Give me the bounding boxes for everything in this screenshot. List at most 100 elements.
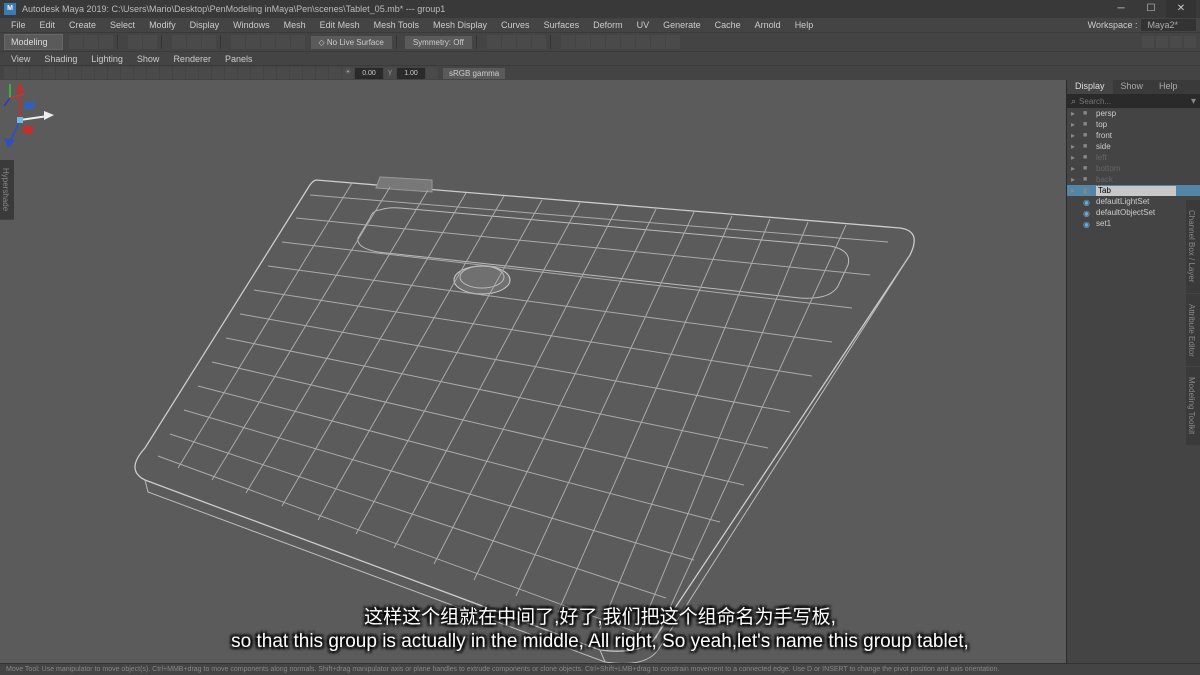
pt-exposure-icon[interactable]: ☀ [342,67,354,79]
outliner-item-defaultlightset[interactable]: ◉defaultLightSet [1067,196,1200,207]
menu-mesh-display[interactable]: Mesh Display [426,20,494,30]
outliner-tab-display[interactable]: Display [1067,80,1113,94]
pt-xray-icon[interactable] [264,67,276,79]
sidebar-toggle-4-icon[interactable] [1184,36,1196,48]
expand-icon[interactable]: ▸ [1071,120,1075,129]
menu-curves[interactable]: Curves [494,20,537,30]
outliner-item-left[interactable]: ▸■left [1067,152,1200,163]
maximize-button[interactable]: ☐ [1136,0,1166,18]
pt-depth-icon[interactable] [290,67,302,79]
outliner-tab-help[interactable]: Help [1151,80,1186,94]
next-key-icon[interactable] [636,35,650,49]
panel-menu-view[interactable]: View [4,54,37,64]
pt-2d-pan-icon[interactable] [69,67,81,79]
pt-image-plane-icon[interactable] [56,67,68,79]
play-back-icon[interactable] [606,35,620,49]
outliner-search-menu-icon[interactable]: ▾ [1191,96,1196,107]
color-space-dropdown[interactable]: sRGB gamma [443,68,505,79]
panel-menu-lighting[interactable]: Lighting [84,54,130,64]
pt-resolution-gate-icon[interactable] [121,67,133,79]
menu-mesh-tools[interactable]: Mesh Tools [367,20,426,30]
render-settings-icon[interactable] [517,35,531,49]
menu-help[interactable]: Help [788,20,821,30]
pt-lock-camera-icon[interactable] [17,67,29,79]
pt-textured-icon[interactable] [212,67,224,79]
menu-deform[interactable]: Deform [586,20,630,30]
rename-input[interactable] [1096,186,1176,196]
symmetry-dropdown[interactable]: Symmetry: Off [405,36,472,49]
pt-gate-mask-icon[interactable] [134,67,146,79]
prev-key-icon[interactable] [591,35,605,49]
select-object-icon[interactable] [187,35,201,49]
gamma-input[interactable] [397,68,425,79]
menu-edit[interactable]: Edit [33,20,63,30]
expand-icon[interactable]: ▸ [1071,175,1075,184]
menu-uv[interactable]: UV [630,20,657,30]
ipr-icon[interactable] [502,35,516,49]
expand-icon[interactable]: ▸ [1071,109,1075,118]
viewport-3d[interactable] [0,80,1066,674]
pt-film-gate-icon[interactable] [108,67,120,79]
outliner-item-set1[interactable]: ◉set1 [1067,218,1200,229]
pt-multisample-icon[interactable] [329,67,341,79]
outliner-item-side[interactable]: ▸■side [1067,141,1200,152]
redo-icon[interactable] [143,35,157,49]
pt-field-chart-icon[interactable] [147,67,159,79]
snap-live-icon[interactable] [291,35,305,49]
snap-plane-icon[interactable] [276,35,290,49]
sidebar-toggle-3-icon[interactable] [1170,36,1182,48]
play-icon[interactable] [621,35,635,49]
pt-wireframe-icon[interactable] [186,67,198,79]
pt-smooth-shade-icon[interactable] [199,67,211,79]
outliner-tab-show[interactable]: Show [1113,80,1152,94]
outliner-item-bottom[interactable]: ▸■bottom [1067,163,1200,174]
new-scene-icon[interactable] [69,35,83,49]
menu-select[interactable]: Select [103,20,142,30]
panel-menu-shading[interactable]: Shading [37,54,84,64]
snap-point-icon[interactable] [261,35,275,49]
menu-windows[interactable]: Windows [226,20,277,30]
outliner-search-input[interactable] [1079,97,1191,106]
outliner-item-top[interactable]: ▸■top [1067,119,1200,130]
menu-set-dropdown[interactable]: Modeling [4,34,63,50]
pt-motion-blur-icon[interactable] [316,67,328,79]
pt-select-camera-icon[interactable] [4,67,16,79]
pt-ao-icon[interactable] [303,67,315,79]
menu-surfaces[interactable]: Surfaces [537,20,587,30]
menu-edit-mesh[interactable]: Edit Mesh [313,20,367,30]
menu-create[interactable]: Create [62,20,103,30]
tab-hypershade[interactable]: Hypershade [0,160,14,220]
expand-icon[interactable]: ▸ [1071,164,1075,173]
open-scene-icon[interactable] [84,35,98,49]
sidebar-toggle-1-icon[interactable] [1142,36,1154,48]
pt-isolate-icon[interactable] [251,67,263,79]
menu-display[interactable]: Display [183,20,227,30]
pt-grease-icon[interactable] [82,67,94,79]
snap-grid-icon[interactable] [231,35,245,49]
live-surface-dropdown[interactable]: ◇ No Live Surface [311,36,392,49]
exposure-input[interactable] [355,68,383,79]
pt-gamma-icon[interactable]: γ [384,67,396,79]
menu-cache[interactable]: Cache [708,20,748,30]
expand-icon[interactable]: ▸ [1071,186,1075,195]
menu-arnold[interactable]: Arnold [748,20,788,30]
select-hierarchy-icon[interactable] [172,35,186,49]
panel-menu-panels[interactable]: Panels [218,54,260,64]
pt-grid-icon[interactable] [95,67,107,79]
tab-channel-box[interactable]: Channel Box / Layer [1186,200,1200,294]
panel-menu-renderer[interactable]: Renderer [166,54,218,64]
pt-bookmark-icon[interactable] [43,67,55,79]
save-scene-icon[interactable] [99,35,113,49]
expand-icon[interactable]: ▸ [1071,142,1075,151]
rewind-icon[interactable] [561,35,575,49]
close-button[interactable]: ✕ [1166,0,1196,18]
expand-icon[interactable]: ▸ [1071,153,1075,162]
pt-view-transform-icon[interactable] [426,67,438,79]
outliner-item-persp[interactable]: ▸■persp [1067,108,1200,119]
outliner-item-group1-editing[interactable]: ▸◧ [1067,185,1200,196]
menu-generate[interactable]: Generate [656,20,708,30]
pt-lights-icon[interactable] [225,67,237,79]
outliner-item-back[interactable]: ▸■back [1067,174,1200,185]
snap-curve-icon[interactable] [246,35,260,49]
pt-safe-action-icon[interactable] [160,67,172,79]
